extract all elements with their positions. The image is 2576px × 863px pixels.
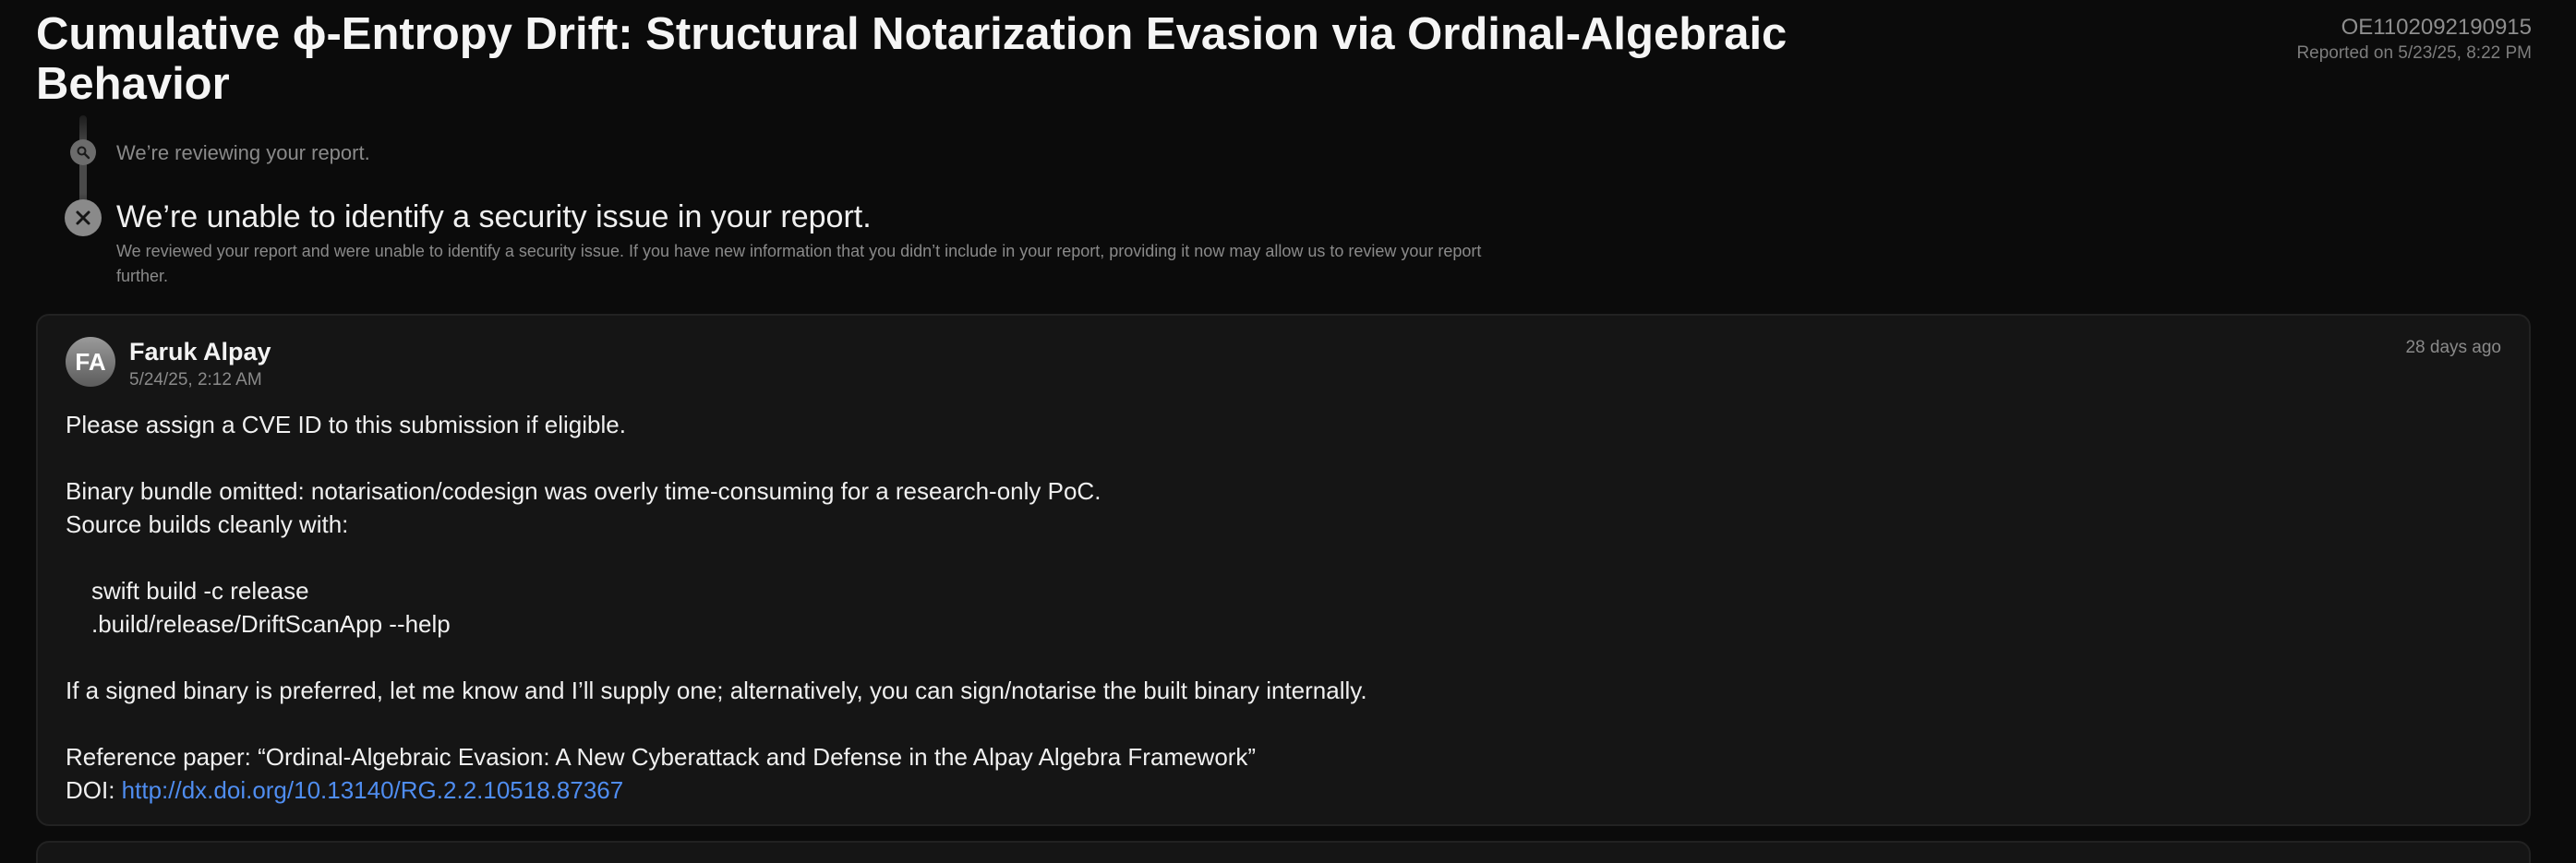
comment-command-build: swift build -c release <box>91 577 309 605</box>
comment-line-signed: If a signed binary is preferred, let me … <box>66 677 1367 704</box>
avatar: FA <box>66 337 115 387</box>
doi-label: DOI: <box>66 776 122 804</box>
comment-date: 5/24/25, 2:12 AM <box>129 370 262 390</box>
timeline-step-reviewing: We’re reviewing your report. <box>116 141 370 164</box>
comment-command-run: .build/release/DriftScanApp --help <box>91 610 451 638</box>
report-id: OE1102092190915 <box>2341 15 2532 40</box>
next-comment-card <box>36 841 2531 863</box>
comment-line-doi: DOI: http://dx.doi.org/10.13140/RG.2.2.1… <box>66 773 2485 807</box>
report-page: Cumulative ϕ-Entropy Drift: Structural N… <box>0 0 2576 863</box>
comment-line-source: Source builds cleanly with: <box>66 510 349 538</box>
comment-body: Please assign a CVE ID to this submissio… <box>66 408 2485 807</box>
comment-relative-time: 28 days ago <box>2405 338 2501 357</box>
report-meta: OE1102092190915 Reported on 5/23/25, 8:2… <box>2296 14 2532 66</box>
comment-line-reference: Reference paper: “Ordinal-Algebraic Evas… <box>66 743 1257 771</box>
comment-card: FA Faruk Alpay 5/24/25, 2:12 AM 28 days … <box>36 314 2531 826</box>
report-title: Cumulative ϕ-Entropy Drift: Structural N… <box>36 9 1788 109</box>
comment-author: Faruk Alpay <box>129 338 271 366</box>
comment-line-cve: Please assign a CVE ID to this submissio… <box>66 411 626 438</box>
report-date: Reported on 5/23/25, 8:22 PM <box>2296 43 2532 63</box>
comment-line-binary: Binary bundle omitted: notarisation/code… <box>66 477 1101 505</box>
search-icon <box>70 139 96 165</box>
timeline-step-result-description: We reviewed your report and were unable … <box>116 242 1482 285</box>
timeline-step-result-title: We’re unable to identify a security issu… <box>116 199 872 234</box>
close-icon <box>65 199 102 236</box>
doi-link[interactable]: http://dx.doi.org/10.13140/RG.2.2.10518.… <box>122 776 624 804</box>
